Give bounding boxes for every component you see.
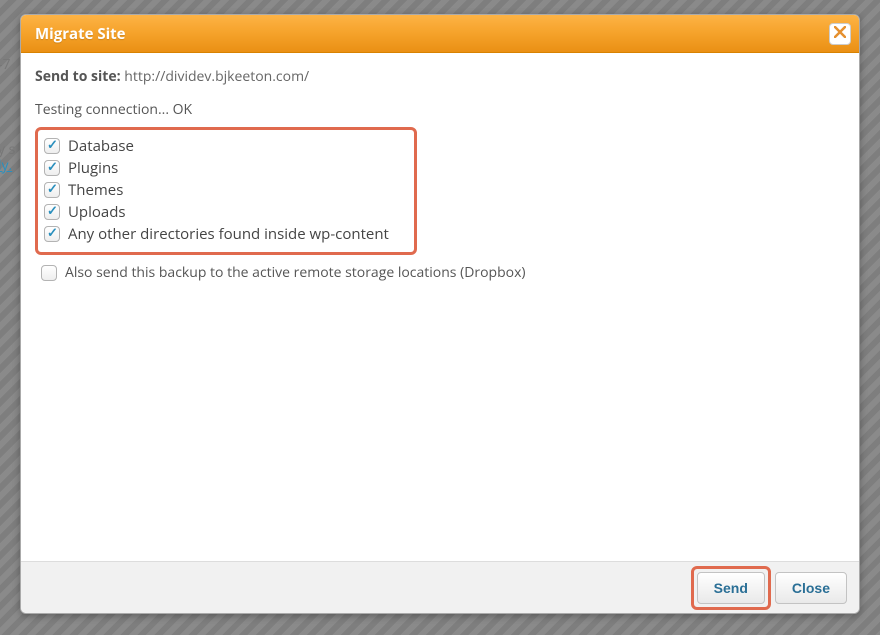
option-label: Any other directories found inside wp-co… bbox=[68, 224, 389, 244]
dialog-title: Migrate Site bbox=[35, 24, 829, 44]
send-to-line: Send to site: http://dividev.bjkeeton.co… bbox=[35, 67, 845, 86]
remote-storage-option[interactable]: Also send this backup to the active remo… bbox=[35, 263, 845, 282]
option-other-dirs[interactable]: Any other directories found inside wp-co… bbox=[44, 224, 408, 244]
remote-storage-checkbox[interactable] bbox=[41, 265, 57, 281]
option-themes[interactable]: Themes bbox=[44, 180, 408, 200]
dialog-header: Migrate Site bbox=[21, 15, 859, 53]
send-button-highlight: Send bbox=[697, 572, 765, 604]
option-uploads-checkbox[interactable] bbox=[44, 204, 60, 220]
connection-status: Testing connection... OK bbox=[35, 100, 845, 119]
option-database[interactable]: Database bbox=[44, 136, 408, 156]
send-to-url: http://dividev.bjkeeton.com/ bbox=[124, 67, 309, 86]
remote-storage-label: Also send this backup to the active remo… bbox=[65, 263, 526, 282]
option-label: Database bbox=[68, 136, 134, 156]
migrate-site-dialog: Migrate Site Send to site: http://divide… bbox=[20, 14, 860, 614]
option-label: Themes bbox=[68, 180, 123, 200]
send-to-label: Send to site: bbox=[35, 67, 121, 86]
bg-text-fragment: -7 bbox=[0, 55, 11, 74]
option-plugins[interactable]: Plugins bbox=[44, 158, 408, 178]
dialog-body: Send to site: http://dividev.bjkeeton.co… bbox=[21, 53, 859, 563]
option-plugins-checkbox[interactable] bbox=[44, 160, 60, 176]
option-database-checkbox[interactable] bbox=[44, 138, 60, 154]
close-button[interactable]: Close bbox=[775, 572, 847, 604]
option-other-dirs-checkbox[interactable] bbox=[44, 226, 60, 242]
close-icon bbox=[834, 24, 846, 43]
option-themes-checkbox[interactable] bbox=[44, 182, 60, 198]
option-uploads[interactable]: Uploads bbox=[44, 202, 408, 222]
option-label: Plugins bbox=[68, 158, 118, 178]
send-button[interactable]: Send bbox=[697, 572, 765, 604]
bg-link-fragment: ly. bbox=[0, 156, 12, 175]
options-highlight-box: Database Plugins Themes Uploads Any othe… bbox=[35, 127, 417, 255]
option-label: Uploads bbox=[68, 202, 126, 222]
dialog-footer: Send Close bbox=[21, 561, 859, 613]
dialog-close-button[interactable] bbox=[829, 23, 851, 45]
